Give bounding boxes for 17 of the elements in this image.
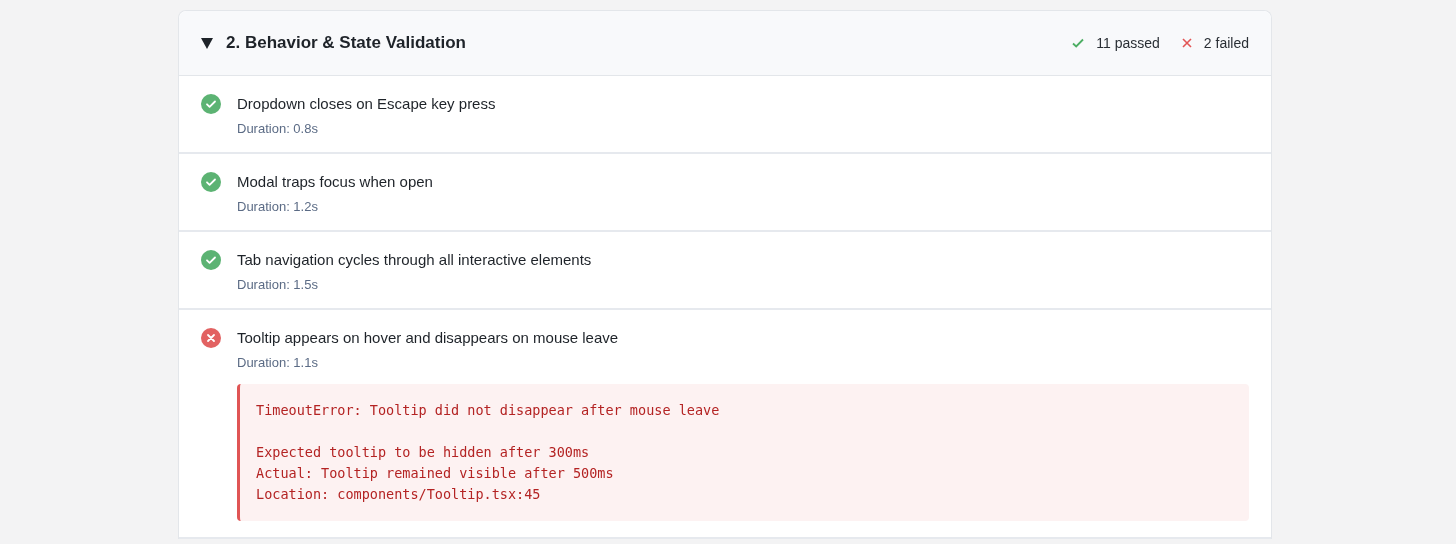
section-header[interactable]: 2. Behavior & State Validation 11 passed 2 failed — [179, 11, 1271, 76]
test-name: Modal traps focus when open — [237, 172, 434, 192]
caret-down-icon[interactable] — [201, 37, 213, 49]
test-duration: Duration: 1.1s — [237, 355, 319, 370]
summary-count: 11 passed — [1096, 35, 1160, 51]
test-name: Dropdown closes on Escape key press — [237, 94, 497, 114]
error-line: TimeoutError: Tooltip did not disappear after mouse leave — [256, 401, 721, 420]
error-line: Actual: Tooltip remained visible after 500ms — [256, 464, 615, 483]
error-line: Location: components/Tooltip.tsx:45 — [256, 485, 542, 504]
test-name: Tab navigation cycles through all interactive elements — [237, 250, 593, 270]
summary-count: 2 failed — [1203, 35, 1249, 51]
section-title: 2. Behavior & State Validation — [226, 33, 466, 53]
test-duration: Duration: 1.2s — [237, 199, 319, 214]
test-duration: Duration: 0.8s — [237, 121, 319, 136]
test-duration: Duration: 1.5s — [237, 277, 319, 292]
test-name: Tooltip appears on hover and disappears on mouse leave — [237, 328, 620, 348]
error-line: Expected tooltip to be hidden after 300ms — [256, 443, 591, 462]
